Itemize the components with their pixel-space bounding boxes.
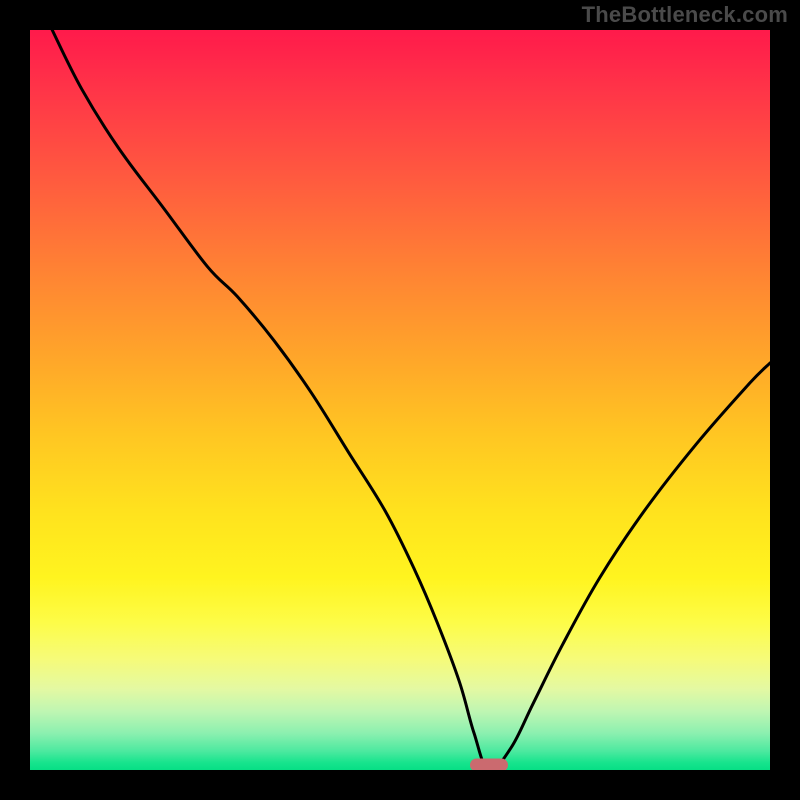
watermark-text: TheBottleneck.com bbox=[582, 2, 788, 28]
optimum-marker bbox=[470, 758, 508, 770]
chart-frame: TheBottleneck.com bbox=[0, 0, 800, 800]
plot-area bbox=[30, 30, 770, 770]
curve-svg bbox=[30, 30, 770, 770]
bottleneck-curve-path bbox=[52, 30, 770, 770]
